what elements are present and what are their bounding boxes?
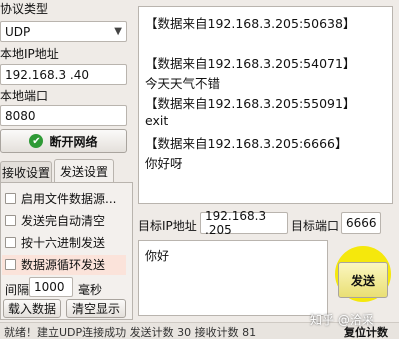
local-ip-label: 本地IP地址 bbox=[0, 47, 59, 61]
tab-send-settings[interactable]: 发送设置 bbox=[54, 159, 114, 182]
status-text: 就绪！建立UDP连接成功 发送计数 30 接收计数 81 bbox=[4, 326, 257, 339]
protocol-select[interactable]: UDP ▼ bbox=[0, 21, 127, 42]
log-line: 【数据来自192.168.3.205:50638】 bbox=[145, 16, 356, 31]
target-port-input[interactable]: 6666 bbox=[341, 212, 381, 234]
interval-unit: 毫秒 bbox=[78, 283, 103, 297]
send-text: 你好 bbox=[145, 249, 170, 263]
target-port-label: 目标端口 bbox=[291, 219, 340, 233]
local-port-label: 本地端口 bbox=[0, 89, 49, 103]
option-hex-send-checkbox[interactable] bbox=[5, 237, 16, 248]
tab-send-label: 发送设置 bbox=[59, 164, 108, 179]
clear-display-button[interactable]: 清空显示 bbox=[66, 299, 126, 318]
option-auto-clear-checkbox[interactable] bbox=[5, 215, 16, 226]
send-button[interactable]: 发送 bbox=[338, 262, 388, 298]
local-ip-input[interactable]: 192.168.3 .40 bbox=[0, 64, 127, 85]
interval-input[interactable]: 1000 bbox=[29, 277, 73, 297]
send-textarea[interactable]: 你好 bbox=[138, 240, 328, 316]
option-auto-clear-label: 发送完自动清空 bbox=[21, 214, 106, 228]
log-line: exit bbox=[145, 113, 169, 128]
log-line: 【数据来自192.168.3.205:6666】 bbox=[145, 136, 348, 151]
interval-label: 间隔 bbox=[5, 283, 30, 297]
disconnect-button[interactable]: ✔ 断开网络 bbox=[0, 129, 127, 153]
log-line: 【数据来自192.168.3.205:54071】 bbox=[145, 56, 356, 71]
log-line: 【数据来自192.168.3.205:55091】 bbox=[145, 96, 356, 111]
protocol-label: 协议类型 bbox=[0, 2, 49, 16]
option-loop-send-checkbox[interactable] bbox=[5, 259, 16, 270]
option-file-source-checkbox[interactable] bbox=[5, 193, 16, 204]
log-line: 你好呀 bbox=[145, 156, 183, 171]
target-ip-input[interactable]: 192.168.3 .205 bbox=[200, 209, 288, 237]
chevron-down-icon: ▼ bbox=[114, 26, 122, 37]
tab-receive-label: 接收设置 bbox=[1, 165, 50, 180]
log-line: 今天天气不错 bbox=[145, 76, 221, 91]
option-file-source-label: 启用文件数据源... bbox=[21, 192, 117, 206]
disconnect-label: 断开网络 bbox=[49, 134, 98, 149]
check-circle-icon: ✔ bbox=[29, 134, 44, 148]
load-data-button[interactable]: 载入数据 bbox=[3, 299, 61, 318]
protocol-value: UDP bbox=[5, 24, 31, 39]
tab-receive-settings[interactable]: 接收设置 bbox=[0, 161, 52, 182]
watermark: 知乎 @洽采 bbox=[310, 313, 374, 327]
target-ip-label: 目标IP地址 bbox=[138, 219, 197, 233]
option-hex-send-label: 按十六进制发送 bbox=[21, 236, 106, 250]
local-port-input[interactable]: 8080 bbox=[0, 105, 127, 126]
receive-log[interactable]: 【数据来自192.168.3.205:50638】 【数据来自192.168.3… bbox=[138, 6, 393, 204]
option-loop-send-label: 数据源循环发送 bbox=[21, 258, 106, 272]
